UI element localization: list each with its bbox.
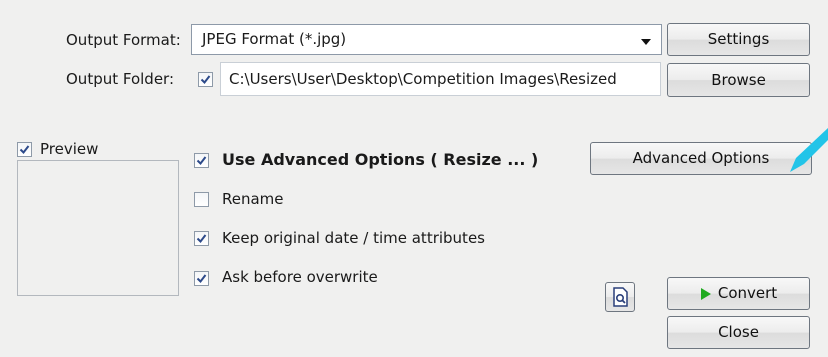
advanced-options-checkbox[interactable] xyxy=(194,153,209,168)
checkmark-icon xyxy=(19,145,30,155)
output-format-label: Output Format: xyxy=(66,31,181,49)
output-folder-label: Output Folder: xyxy=(66,70,175,88)
cyan-arrow-icon xyxy=(790,128,828,172)
preview-checkbox[interactable] xyxy=(17,142,32,157)
keep-date-checkbox[interactable] xyxy=(194,231,209,246)
convert-button[interactable]: Convert xyxy=(667,277,810,310)
output-format-value: JPEG Format (*.jpg) xyxy=(202,30,347,48)
close-button[interactable]: Close xyxy=(667,316,810,349)
advanced-options-label: Use Advanced Options ( Resize ... ) xyxy=(222,150,539,169)
output-folder-path: C:\Users\User\Desktop\Competition Images… xyxy=(229,70,617,88)
preview-pane xyxy=(17,160,179,296)
keep-date-label: Keep original date / time attributes xyxy=(222,229,485,247)
chevron-down-icon[interactable] xyxy=(641,39,651,45)
checkmark-icon xyxy=(196,156,207,166)
output-folder-checkbox[interactable] xyxy=(198,72,213,87)
convert-label: Convert xyxy=(717,284,778,302)
advanced-options-button[interactable]: Advanced Options xyxy=(590,142,812,175)
preview-label: Preview xyxy=(40,140,99,158)
checkmark-icon xyxy=(200,75,211,85)
output-format-select[interactable]: JPEG Format (*.jpg) xyxy=(191,24,662,55)
settings-button[interactable]: Settings xyxy=(667,23,810,56)
preview-file-button[interactable] xyxy=(605,282,635,312)
document-magnifier-icon xyxy=(613,287,628,307)
output-folder-input[interactable]: C:\Users\User\Desktop\Competition Images… xyxy=(220,62,661,96)
play-icon xyxy=(700,287,711,300)
browse-button[interactable]: Browse xyxy=(667,63,810,97)
checkmark-icon xyxy=(196,234,207,244)
ask-overwrite-checkbox[interactable] xyxy=(194,271,209,286)
rename-label: Rename xyxy=(222,190,284,208)
ask-overwrite-label: Ask before overwrite xyxy=(222,268,378,286)
checkmark-icon xyxy=(196,274,207,284)
rename-checkbox[interactable] xyxy=(194,192,209,207)
